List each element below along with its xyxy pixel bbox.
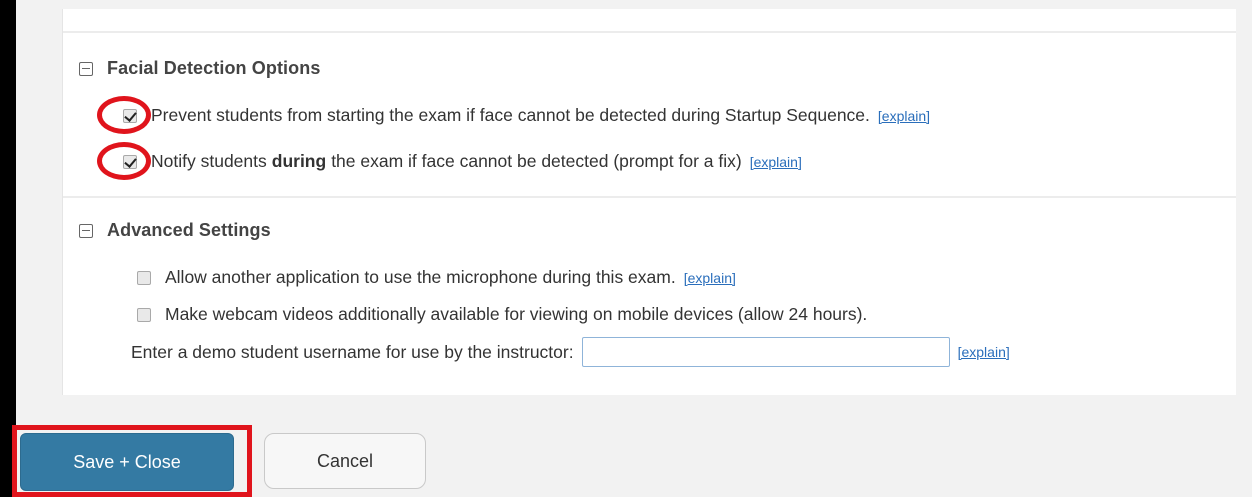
- middle-divider: [63, 196, 1236, 198]
- demo-username-explain-link[interactable]: [explain]: [958, 344, 1010, 360]
- collapse-icon[interactable]: [79, 223, 93, 238]
- notify-during-label-after: the exam if face cannot be detected (pro…: [331, 151, 742, 171]
- prevent-start-explain-link[interactable]: [explain]: [878, 108, 930, 124]
- mobile-webcam-option: Make webcam videos additionally availabl…: [137, 304, 867, 325]
- annotation-circle-2: [97, 142, 151, 180]
- mobile-webcam-label: Make webcam videos additionally availabl…: [165, 304, 868, 324]
- prevent-start-label: Prevent students from starting the exam …: [151, 105, 870, 125]
- microphone-checkbox[interactable]: [137, 270, 151, 285]
- advanced-settings-title: Advanced Settings: [107, 220, 271, 240]
- microphone-explain-link[interactable]: [explain]: [684, 270, 736, 286]
- notify-during-explain-link[interactable]: [explain]: [750, 154, 802, 170]
- settings-panel: Facial Detection Options Prevent student…: [62, 9, 1236, 395]
- demo-username-row: Enter a demo student username for use by…: [131, 337, 1010, 367]
- facial-detection-title: Facial Detection Options: [107, 58, 321, 78]
- dialog-frame: Facial Detection Options Prevent student…: [16, 0, 1252, 497]
- notify-during-option: Notify students during the exam if face …: [123, 151, 802, 172]
- notify-during-label-before: Notify students: [151, 151, 267, 171]
- mobile-webcam-checkbox[interactable]: [137, 307, 151, 322]
- facial-detection-header[interactable]: Facial Detection Options: [79, 58, 320, 79]
- annotation-circle-1: [97, 96, 151, 134]
- microphone-option: Allow another application to use the mic…: [137, 267, 736, 288]
- save-close-button[interactable]: Save + Close: [20, 433, 234, 491]
- microphone-label: Allow another application to use the mic…: [165, 267, 676, 287]
- prevent-start-option: Prevent students from starting the exam …: [123, 105, 930, 126]
- top-divider: [63, 31, 1236, 33]
- demo-username-input[interactable]: [581, 337, 950, 367]
- collapse-icon[interactable]: [79, 61, 93, 76]
- demo-username-label: Enter a demo student username for use by…: [131, 341, 574, 362]
- advanced-settings-header[interactable]: Advanced Settings: [79, 220, 271, 241]
- notify-during-label-bold: during: [271, 151, 327, 171]
- cancel-button[interactable]: Cancel: [264, 433, 426, 489]
